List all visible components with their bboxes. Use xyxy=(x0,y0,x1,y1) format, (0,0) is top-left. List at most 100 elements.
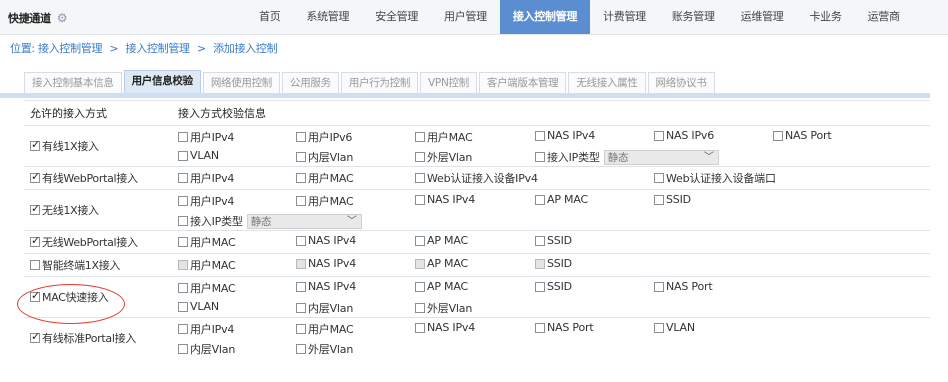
checkbox[interactable] xyxy=(296,303,306,313)
checkbox[interactable] xyxy=(415,235,425,246)
checkbox[interactable] xyxy=(415,173,425,183)
option-nas-ipv4[interactable]: NAS IPv4 xyxy=(535,129,595,142)
checkbox[interactable] xyxy=(178,216,188,226)
nav-item-carrier[interactable]: 运营商 xyxy=(855,0,913,34)
option-ssid[interactable]: SSID xyxy=(654,193,691,206)
option-nas-port[interactable]: NAS Port xyxy=(773,129,832,142)
checkbox[interactable] xyxy=(535,235,545,246)
option-ap-mac[interactable]: AP MAC xyxy=(535,193,588,206)
checkbox[interactable] xyxy=(178,196,188,206)
option-nas-ipv4[interactable]: NAS IPv4 xyxy=(296,234,356,247)
option-nas-ipv4[interactable]: NAS IPv4 xyxy=(296,280,356,293)
checkbox[interactable] xyxy=(30,330,40,344)
checkbox[interactable] xyxy=(178,150,188,161)
checkbox[interactable] xyxy=(30,138,40,152)
option-user-mac[interactable]: 用户MAC xyxy=(296,170,354,186)
tab-public-service[interactable]: 公用服务 xyxy=(282,72,339,94)
nav-item-security[interactable]: 安全管理 xyxy=(362,0,431,34)
option-ip-type[interactable]: 接入IP类型 静态 ﹀ xyxy=(535,149,719,165)
checkbox[interactable] xyxy=(296,281,306,292)
checkbox[interactable] xyxy=(178,324,188,334)
tab-client-version[interactable]: 客户端版本管理 xyxy=(478,72,567,94)
checkbox[interactable] xyxy=(535,322,545,333)
tab-network-protocol[interactable]: 网络协议书 xyxy=(647,72,715,94)
checkbox[interactable] xyxy=(654,194,664,205)
checkbox[interactable] xyxy=(654,173,664,183)
checkbox[interactable] xyxy=(178,344,188,354)
checkbox[interactable] xyxy=(415,281,425,292)
checkbox[interactable] xyxy=(296,324,306,334)
option-user-ipv6[interactable]: 用户IPv6 xyxy=(296,129,352,145)
checkbox[interactable] xyxy=(296,235,306,246)
access-mode-smart-terminal-1x[interactable]: 智能终端1X接入 xyxy=(30,257,120,273)
breadcrumb-item[interactable]: 接入控制管理 xyxy=(38,42,103,55)
ip-type-select[interactable]: 静态 ﹀ xyxy=(246,213,362,229)
option-outer-vlan[interactable]: 外层Vlan xyxy=(415,300,472,316)
checkbox[interactable] xyxy=(415,303,425,313)
option-ssid[interactable]: SSID xyxy=(535,234,572,247)
tab-vpn[interactable]: VPN控制 xyxy=(420,72,477,94)
checkbox[interactable] xyxy=(178,132,188,142)
access-mode-wired-webportal[interactable]: 有线WebPortal接入 xyxy=(30,170,138,186)
nav-item-billing[interactable]: 计费管理 xyxy=(590,0,659,34)
option-web-auth-port[interactable]: Web认证接入设备端口 xyxy=(654,170,776,186)
checkbox[interactable] xyxy=(178,283,188,293)
checkbox[interactable] xyxy=(178,237,188,247)
nav-item-home[interactable]: 首页 xyxy=(246,0,293,34)
option-web-auth-ipv4[interactable]: Web认证接入设备IPv4 xyxy=(415,170,538,186)
nav-item-system[interactable]: 系统管理 xyxy=(293,0,362,34)
checkbox[interactable] xyxy=(296,344,306,354)
tab-user-info-verify[interactable]: 用户信息校验 xyxy=(123,70,201,94)
checkbox[interactable] xyxy=(654,281,664,292)
checkbox[interactable] xyxy=(30,202,40,216)
option-user-mac[interactable]: 用户MAC xyxy=(178,280,236,296)
option-inner-vlan[interactable]: 内层Vlan xyxy=(296,149,353,165)
access-mode-mac-fast[interactable]: MAC快速接入 xyxy=(30,289,109,305)
option-user-ipv4[interactable]: 用户IPv4 xyxy=(178,321,234,337)
nav-item-ops[interactable]: 运维管理 xyxy=(728,0,797,34)
option-user-mac[interactable]: 用户MAC xyxy=(415,129,473,145)
option-user-ipv4[interactable]: 用户IPv4 xyxy=(178,193,234,209)
option-nas-port[interactable]: NAS Port xyxy=(654,280,713,293)
checkbox[interactable] xyxy=(178,173,188,183)
tab-wireless-attrs[interactable]: 无线接入属性 xyxy=(568,72,646,94)
option-inner-vlan[interactable]: 内层Vlan xyxy=(178,341,235,357)
access-mode-wireless-webportal[interactable]: 无线WebPortal接入 xyxy=(30,234,138,250)
checkbox[interactable] xyxy=(415,132,425,142)
checkbox[interactable] xyxy=(415,152,425,162)
option-nas-ipv4[interactable]: NAS IPv4 xyxy=(415,321,475,334)
checkbox[interactable] xyxy=(535,194,545,205)
tab-user-behavior[interactable]: 用户行为控制 xyxy=(340,72,419,94)
gear-icon[interactable]: ⚙ xyxy=(57,11,68,25)
checkbox[interactable] xyxy=(296,132,306,142)
option-ssid[interactable]: SSID xyxy=(535,280,572,293)
checkbox[interactable] xyxy=(415,194,425,205)
checkbox[interactable] xyxy=(654,322,664,333)
access-mode-wired-1x[interactable]: 有线1X接入 xyxy=(30,138,99,154)
checkbox[interactable] xyxy=(296,173,306,183)
checkbox[interactable] xyxy=(415,322,425,333)
checkbox[interactable] xyxy=(535,130,545,141)
nav-item-accounts[interactable]: 账务管理 xyxy=(659,0,728,34)
option-ap-mac[interactable]: AP MAC xyxy=(415,234,468,247)
checkbox[interactable] xyxy=(535,152,545,162)
option-user-mac[interactable]: 用户MAC xyxy=(296,321,354,337)
option-outer-vlan[interactable]: 外层Vlan xyxy=(415,149,472,165)
checkbox[interactable] xyxy=(30,260,40,270)
nav-item-access-control[interactable]: 接入控制管理 xyxy=(499,0,591,34)
access-mode-wireless-1x[interactable]: 无线1X接入 xyxy=(30,202,99,218)
tab-basic-info[interactable]: 接入控制基本信息 xyxy=(24,72,122,94)
checkbox[interactable] xyxy=(296,152,306,162)
option-vlan[interactable]: VLAN xyxy=(178,149,219,162)
option-nas-port[interactable]: NAS Port xyxy=(535,321,594,334)
nav-item-card[interactable]: 卡业务 xyxy=(796,0,854,34)
option-ap-mac[interactable]: AP MAC xyxy=(415,280,468,293)
checkbox[interactable] xyxy=(773,130,783,141)
quick-access[interactable]: 快捷通道 ⚙ xyxy=(8,10,68,26)
option-inner-vlan[interactable]: 内层Vlan xyxy=(296,300,353,316)
checkbox[interactable] xyxy=(535,281,545,292)
checkbox[interactable] xyxy=(178,301,188,312)
checkbox[interactable] xyxy=(30,234,40,248)
checkbox[interactable] xyxy=(296,196,306,206)
ip-type-select[interactable]: 静态 ﹀ xyxy=(603,149,719,165)
